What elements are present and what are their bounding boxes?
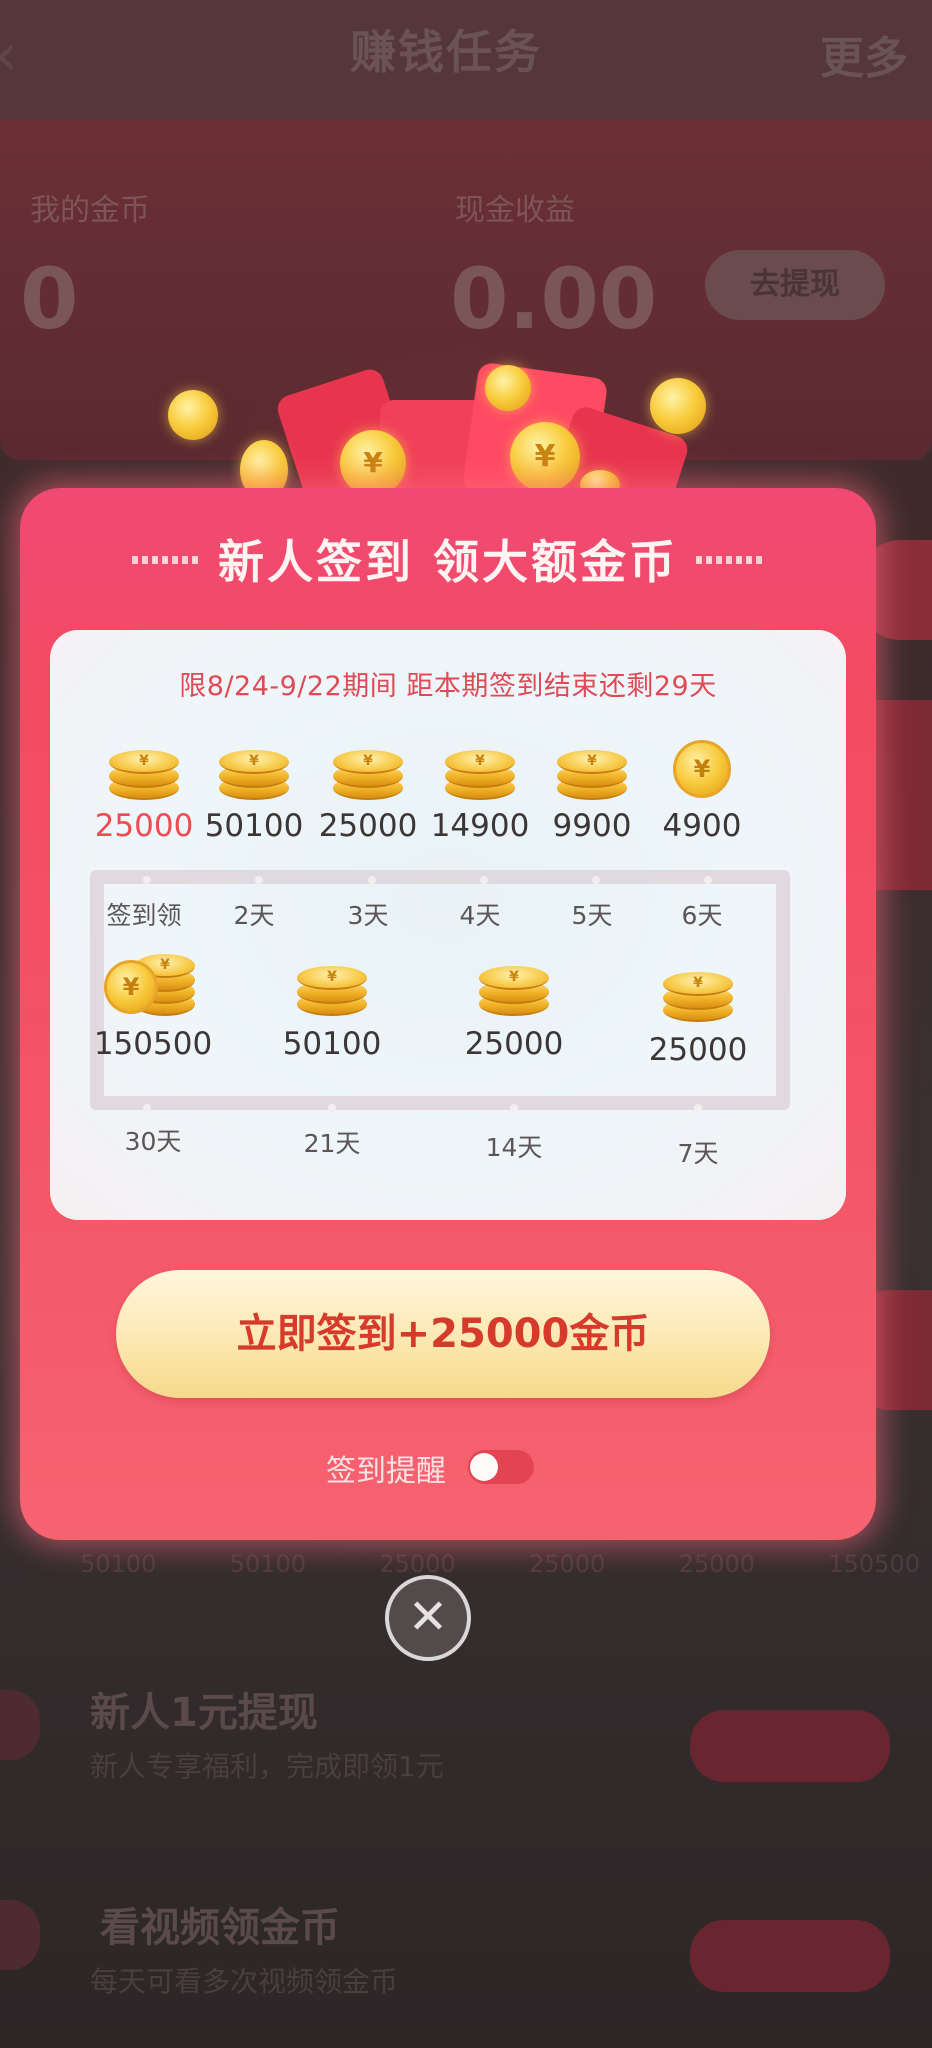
coin-icon: [650, 378, 706, 434]
track-dot: [694, 1104, 702, 1112]
coin-icon: ¥: [510, 422, 580, 492]
reward-day-21[interactable]: ¥ 50100: [262, 948, 402, 1062]
day-label: 21天: [303, 1129, 361, 1158]
reward-day-7[interactable]: ¥ 25000: [628, 954, 768, 1068]
coin-stack-icon: ¥: [476, 948, 552, 1020]
reward-day-14[interactable]: ¥ 25000: [444, 948, 584, 1062]
more-button[interactable]: 更多: [820, 22, 908, 86]
reminder-toggle[interactable]: [468, 1450, 534, 1484]
reward-amount: 50100: [282, 1026, 382, 1062]
coin-icon: ¥: [664, 736, 740, 802]
reward-day-6[interactable]: ¥ 4900: [632, 736, 772, 844]
cash-label: 现金收益: [455, 193, 575, 228]
track-dot: [143, 876, 151, 884]
task-title: 新人1元提现: [90, 1690, 318, 1736]
coin-icon: [485, 365, 531, 411]
coin-stack-icon: ¥: [106, 736, 182, 802]
reminder-label: 签到提醒: [326, 1454, 446, 1489]
task-title: 看视频领金币: [100, 1905, 340, 1951]
task-action-button[interactable]: [690, 1710, 890, 1782]
coin-stack-icon: ¥: [330, 736, 406, 802]
reward-amount: 25000: [648, 1032, 748, 1068]
track-dot: [592, 876, 600, 884]
modal-title: 新人签到 领大额金币: [217, 535, 678, 589]
day-label: 7天: [677, 1139, 719, 1168]
coin-stack-icon: ¥: [442, 736, 518, 802]
sign-in-calendar: 限8/24-9/22期间 距本期签到结束还剩29天 ¥ 25000 ¥ 5010…: [50, 630, 846, 1220]
close-icon[interactable]: ✕: [385, 1575, 471, 1661]
coin-stack-icon: ¥: [216, 736, 292, 802]
sign-in-button[interactable]: 立即签到+25000金币: [116, 1270, 770, 1398]
task-icon: [0, 1900, 40, 1970]
coin-stack-icon: ¥: [554, 736, 630, 802]
reward-day-30[interactable]: ¥ ¥ 150500: [78, 948, 228, 1062]
task-icon: [0, 1690, 40, 1760]
track-dot: [480, 876, 488, 884]
reward-amount: 25000: [464, 1026, 564, 1062]
track-dot: [143, 1104, 151, 1112]
track-dot: [368, 876, 376, 884]
coin-icon: [168, 390, 218, 440]
coins-label: 我的金币: [30, 193, 150, 228]
reward-amount: 4900: [662, 808, 742, 844]
toggle-knob: [470, 1453, 498, 1481]
page-title: 赚钱任务: [350, 25, 542, 79]
coin-pile-icon: ¥ ¥: [103, 948, 203, 1020]
track-dot: [255, 876, 263, 884]
day-label: 14天: [485, 1133, 543, 1162]
day-label: 6天: [681, 901, 723, 930]
track-dot: [510, 1104, 518, 1112]
coin-stack-icon: ¥: [294, 948, 370, 1020]
track-dot: [704, 876, 712, 884]
coin-icon: ¥: [340, 430, 406, 496]
task-subtitle: 每天可看多次视频领金币: [90, 1965, 399, 1998]
red-envelope-decoration: ¥ ¥: [140, 340, 740, 527]
task-action-button[interactable]: [690, 1920, 890, 1992]
coin-stack-icon: ¥: [660, 954, 736, 1026]
task-subtitle: 新人专享福利，完成即领1元: [90, 1750, 444, 1783]
period-text: 限8/24-9/22期间 距本期签到结束还剩29天: [179, 671, 717, 702]
track-dot: [328, 1104, 336, 1112]
withdraw-button[interactable]: 去提现: [705, 250, 885, 320]
day-label: 30天: [124, 1127, 182, 1156]
back-icon[interactable]: ‹: [0, 20, 18, 90]
sign-in-modal: 新人签到 领大额金币 限8/24-9/22期间 距本期签到结束还剩29天 ¥ 2…: [20, 488, 876, 1540]
reward-amount: 150500: [93, 1026, 213, 1062]
